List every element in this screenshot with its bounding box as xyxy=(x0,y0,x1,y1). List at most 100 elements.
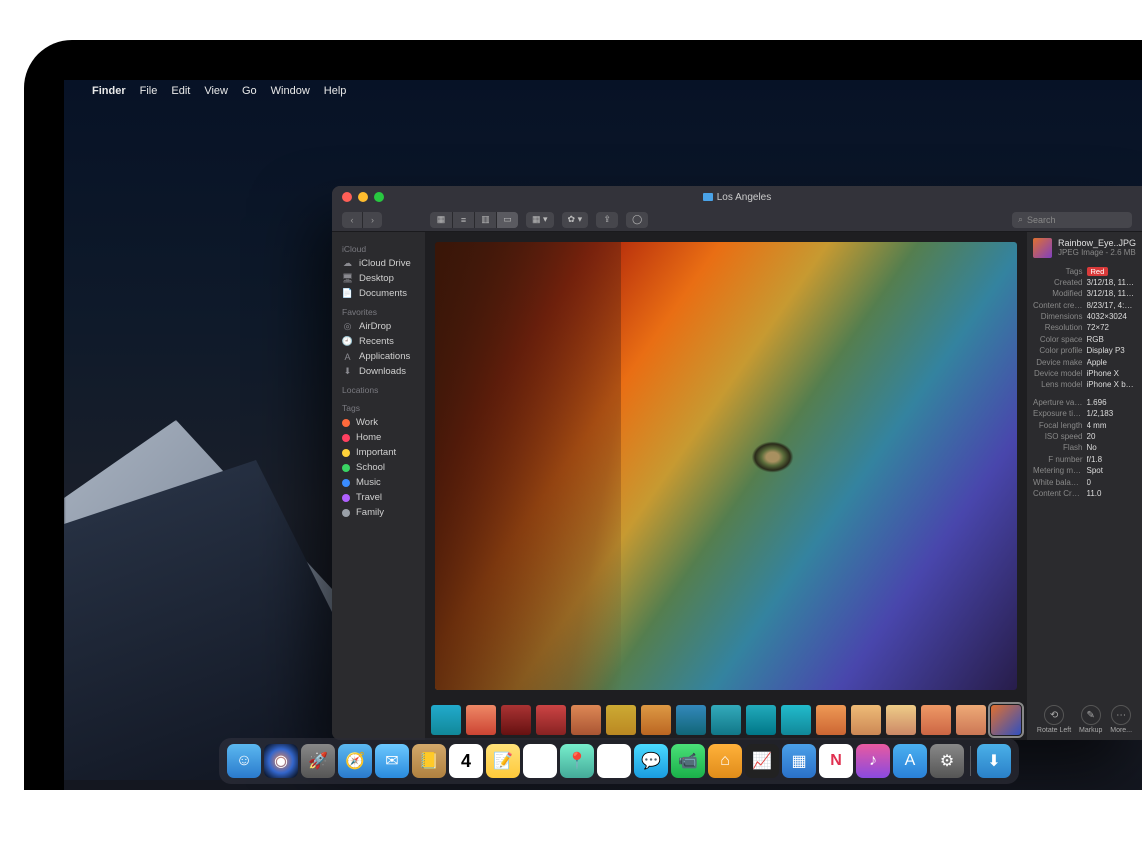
dock-home[interactable]: ⌂ xyxy=(708,744,742,778)
dock-messages[interactable]: 💬 xyxy=(634,744,668,778)
thumbnail-11[interactable] xyxy=(816,705,846,735)
view-gallery[interactable]: ▭ xyxy=(496,212,518,228)
thumbnail-16[interactable] xyxy=(991,705,1021,735)
window-minimize[interactable] xyxy=(358,192,368,202)
view-columns[interactable]: ▥ xyxy=(474,212,496,228)
thumbnail-3[interactable] xyxy=(536,705,566,735)
thumbnail-0[interactable] xyxy=(431,705,461,735)
sidebar-item-school[interactable]: School xyxy=(332,460,425,475)
markup-icon: ✎ xyxy=(1087,710,1095,721)
sidebar-item-applications[interactable]: AApplications xyxy=(332,349,425,364)
dock-appstore[interactable]: A xyxy=(893,744,927,778)
dock-finder[interactable]: ☺ xyxy=(227,744,261,778)
menu-help[interactable]: Help xyxy=(324,85,347,97)
gallery-preview-image[interactable] xyxy=(435,242,1017,690)
nav-back[interactable]: ‹ xyxy=(342,212,362,228)
sidebar-item-travel[interactable]: Travel xyxy=(332,490,425,505)
dock-contacts[interactable]: 📒 xyxy=(412,744,446,778)
dock-stocks[interactable]: 📈 xyxy=(745,744,779,778)
thumbnail-6[interactable] xyxy=(641,705,671,735)
thumbnail-8[interactable] xyxy=(711,705,741,735)
dock-reminders[interactable]: ☑ xyxy=(523,744,557,778)
sidebar-item-work[interactable]: Work xyxy=(332,415,425,430)
dock-siri[interactable]: ◉ xyxy=(264,744,298,778)
preview-info-panel: Rainbow_Eye..JPG JPEG Image - 2.6 MB Tag… xyxy=(1027,232,1142,740)
view-icons[interactable]: ▦ xyxy=(430,212,452,228)
dock-calendar[interactable]: 4 xyxy=(449,744,483,778)
tags-button[interactable]: ◯ xyxy=(626,212,648,228)
menubar-app-name[interactable]: Finder xyxy=(92,85,126,97)
thumbnail-9[interactable] xyxy=(746,705,776,735)
window-zoom[interactable] xyxy=(374,192,384,202)
dock-photos[interactable]: ❀ xyxy=(597,744,631,778)
sidebar-item-important[interactable]: Important xyxy=(332,445,425,460)
thumbnail-13[interactable] xyxy=(886,705,916,735)
action-menu[interactable]: ✿ ▾ xyxy=(562,212,589,228)
quick-action-markup[interactable]: ✎ Markup xyxy=(1079,705,1102,734)
preferences-icon: ⚙ xyxy=(940,751,954,771)
sidebar-item-home[interactable]: Home xyxy=(332,430,425,445)
meta-label: Content Creator xyxy=(1033,489,1083,499)
content-area xyxy=(425,232,1027,740)
menu-edit[interactable]: Edit xyxy=(171,85,190,97)
sidebar-item-icloud-drive[interactable]: ☁iCloud Drive xyxy=(332,256,425,271)
meta-value: 1/2,183 xyxy=(1087,409,1137,419)
group-by[interactable]: ▦ ▾ xyxy=(526,212,554,228)
sidebar-item-downloads[interactable]: ⬇Downloads xyxy=(332,364,425,379)
dock-launchpad[interactable]: 🚀 xyxy=(301,744,335,778)
facetime-icon: 📹 xyxy=(678,751,698,771)
menu-window[interactable]: Window xyxy=(271,85,310,97)
thumbnail-12[interactable] xyxy=(851,705,881,735)
thumbnail-1[interactable] xyxy=(466,705,496,735)
share-button[interactable]: ⇪ xyxy=(596,212,618,228)
sidebar-item-music[interactable]: Music xyxy=(332,475,425,490)
tag-badge[interactable]: Red xyxy=(1087,267,1109,276)
dock-facetime[interactable]: 📹 xyxy=(671,744,705,778)
thumbnail-15[interactable] xyxy=(956,705,986,735)
meta-value: 4 mm xyxy=(1087,421,1137,431)
quick-action-more[interactable]: ⋯ More... xyxy=(1110,705,1132,734)
dock-notes[interactable]: 📝 xyxy=(486,744,520,778)
dock: ☺◉🚀🧭 ✉ 📒4📝☑📍❀💬 📹 ⌂📈▦N♪A ⚙ ⬇ xyxy=(219,738,1019,784)
dock-news[interactable]: N xyxy=(819,744,853,778)
tag-dot-icon xyxy=(342,434,350,442)
dock-itunes[interactable]: ♪ xyxy=(856,744,890,778)
meta-value: iPhone X xyxy=(1087,369,1137,379)
menu-go[interactable]: Go xyxy=(242,85,257,97)
dock-preferences[interactable]: ⚙ xyxy=(930,744,964,778)
thumbnail-7[interactable] xyxy=(676,705,706,735)
search-icon: ⌕ xyxy=(1018,214,1023,225)
search-placeholder: Search xyxy=(1027,215,1056,225)
thumbnail-10[interactable] xyxy=(781,705,811,735)
thumbnail-2[interactable] xyxy=(501,705,531,735)
dock-downloads[interactable]: ⬇ xyxy=(977,744,1011,778)
dock-keynote[interactable]: ▦ xyxy=(782,744,816,778)
thumbnail-5[interactable] xyxy=(606,705,636,735)
tags-label: Tags xyxy=(1033,267,1083,277)
meta-value: Display P3 xyxy=(1087,346,1137,356)
sidebar-item-desktop[interactable]: 🖥Desktop xyxy=(332,271,425,286)
sidebar-item-label: Desktop xyxy=(359,273,394,284)
dock-mail[interactable]: ✉ xyxy=(375,744,409,778)
search-field[interactable]: ⌕ Search xyxy=(1012,212,1132,228)
sidebar-item-family[interactable]: Family xyxy=(332,505,425,520)
sidebar-item-airdrop[interactable]: ◎AirDrop xyxy=(332,319,425,334)
meta-value: Spot xyxy=(1087,466,1137,476)
window-close[interactable] xyxy=(342,192,352,202)
dock-safari[interactable]: 🧭 xyxy=(338,744,372,778)
menu-file[interactable]: File xyxy=(140,85,158,97)
thumbnail-14[interactable] xyxy=(921,705,951,735)
thumbnail-4[interactable] xyxy=(571,705,601,735)
window-titlebar[interactable]: Los Angeles xyxy=(332,186,1142,208)
mail-icon: ✉ xyxy=(385,751,398,771)
meta-value: 1.696 xyxy=(1087,398,1137,408)
meta-label: Color profile xyxy=(1033,346,1083,356)
view-list[interactable]: ≡ xyxy=(452,212,474,228)
sidebar-item-documents[interactable]: 📄Documents xyxy=(332,286,425,301)
menu-view[interactable]: View xyxy=(204,85,228,97)
quick-action-rotate-left[interactable]: ⟲ Rotate Left xyxy=(1037,705,1071,734)
sidebar-item-recents[interactable]: 🕘Recents xyxy=(332,334,425,349)
cloud-icon: ☁ xyxy=(342,258,353,269)
dock-maps[interactable]: 📍 xyxy=(560,744,594,778)
nav-forward[interactable]: › xyxy=(362,212,382,228)
